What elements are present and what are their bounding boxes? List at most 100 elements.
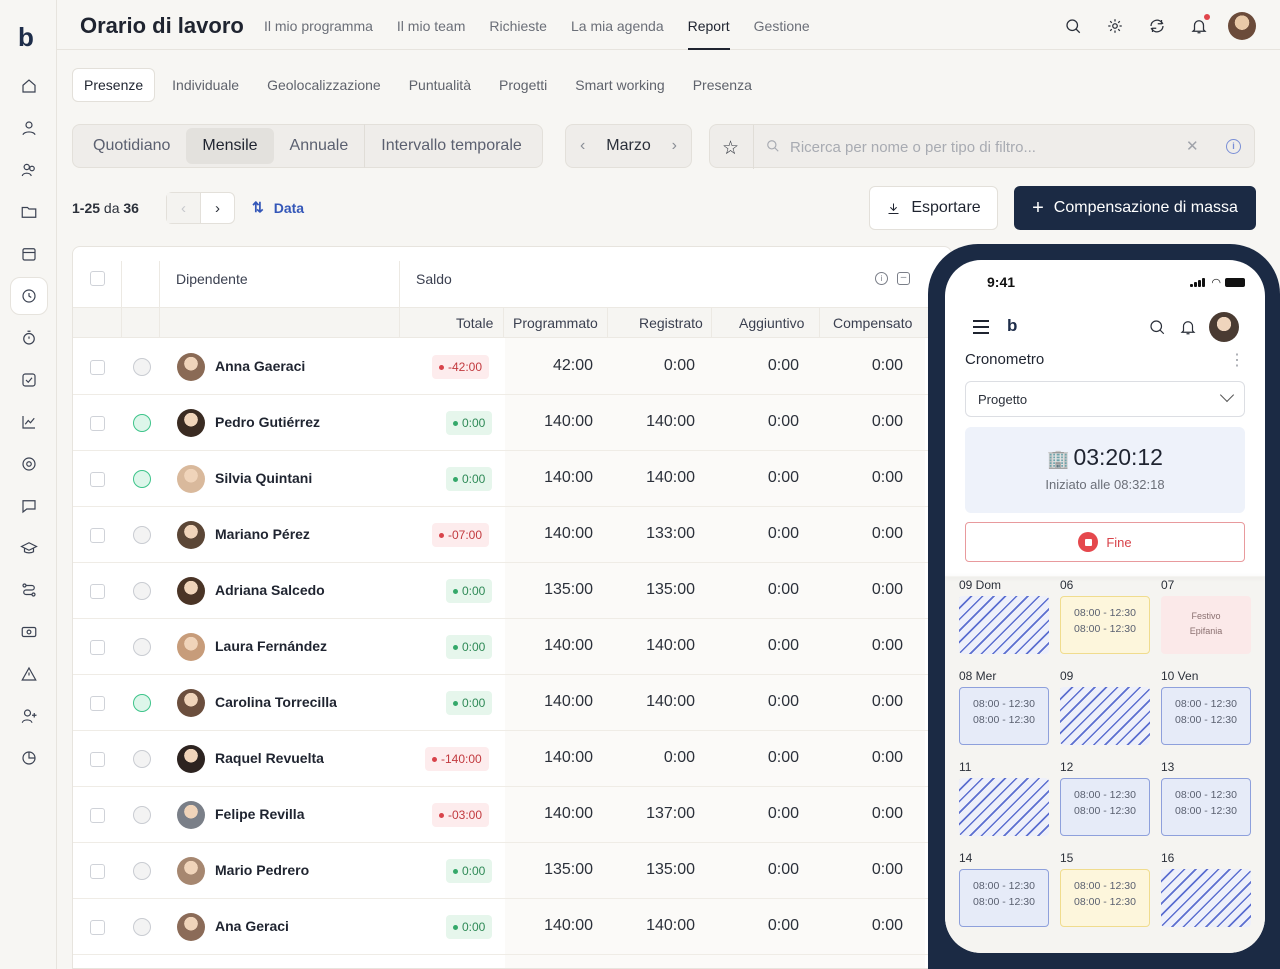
calendar-day[interactable]: 09 <box>1060 669 1150 745</box>
user-avatar[interactable] <box>1228 12 1256 40</box>
home-icon[interactable] <box>17 74 41 98</box>
export-button[interactable]: Esportare <box>869 186 998 230</box>
employee-name[interactable]: Felipe Revilla <box>215 806 304 822</box>
period-daily[interactable]: Quotidiano <box>77 128 186 164</box>
calendar-icon[interactable] <box>17 242 41 266</box>
nav-my-team[interactable]: Il mio team <box>397 18 465 50</box>
row-checkbox[interactable] <box>90 920 105 935</box>
table-row[interactable]: Carolina Torrecilla 0:00 140:00 140:00 0:00 0… <box>73 675 951 731</box>
chart-icon[interactable] <box>17 410 41 434</box>
app-logo[interactable]: b <box>18 22 34 53</box>
user-icon[interactable] <box>17 116 41 140</box>
nav-my-agenda[interactable]: La mia agenda <box>571 18 664 50</box>
bell-icon[interactable] <box>1186 13 1212 39</box>
table-row[interactable]: Pedro Gutiérrez 0:00 140:00 140:00 0:00 0:00 <box>73 395 951 451</box>
nav-requests[interactable]: Richieste <box>489 18 547 50</box>
table-row[interactable]: Mariano Pérez -07:00 140:00 133:00 0:00 0:00 <box>73 507 951 563</box>
prev-page-button[interactable]: ‹ <box>167 193 201 223</box>
row-checkbox[interactable] <box>90 472 105 487</box>
nav-my-schedule[interactable]: Il mio programma <box>264 18 373 50</box>
phone-avatar[interactable] <box>1209 312 1239 342</box>
table-row[interactable]: Anna Gaeraci -42:00 42:00 0:00 0:00 0:00 <box>73 339 951 395</box>
calendar-day[interactable]: 16 <box>1161 851 1251 927</box>
employee-name[interactable]: Pedro Gutiérrez <box>215 414 320 430</box>
warning-icon[interactable] <box>17 662 41 686</box>
calendar-day[interactable]: 15 08:00 - 12:30 08:00 - 12:30 <box>1060 851 1150 927</box>
table-row[interactable]: Ana Geraci 0:00 140:00 140:00 0:00 0:00 <box>73 899 951 955</box>
menu-icon[interactable] <box>973 320 989 338</box>
employee-name[interactable]: Raquel Revuelta <box>215 750 324 766</box>
nav-report[interactable]: Report <box>687 18 730 50</box>
row-checkbox[interactable] <box>90 696 105 711</box>
calendar-day[interactable]: 12 08:00 - 12:30 08:00 - 12:30 <box>1060 760 1150 836</box>
row-checkbox[interactable] <box>90 808 105 823</box>
folder-icon[interactable] <box>17 200 41 224</box>
calendar-day[interactable]: 10 Ven 08:00 - 12:30 08:00 - 12:30 <box>1161 669 1251 745</box>
calendar-day[interactable]: 07 Festivo Epifania <box>1161 578 1251 654</box>
employee-name[interactable]: Anna Gaeraci <box>215 358 305 374</box>
sync-icon[interactable] <box>1144 13 1170 39</box>
table-row[interactable]: Laura Fernández 0:00 140:00 140:00 0:00 0:00 <box>73 619 951 675</box>
info-icon[interactable]: i <box>875 272 888 285</box>
chat-icon[interactable] <box>17 494 41 518</box>
row-checkbox[interactable] <box>90 360 105 375</box>
calendar-day[interactable]: 08 Mer 08:00 - 12:30 08:00 - 12:30 <box>959 669 1049 745</box>
gear-icon[interactable] <box>1102 13 1128 39</box>
calendar-day[interactable]: 13 08:00 - 12:30 08:00 - 12:30 <box>1161 760 1251 836</box>
period-yearly[interactable]: Annuale <box>274 128 365 164</box>
table-row[interactable]: Felipe Revilla -03:00 140:00 137:00 0:00 0:00 <box>73 787 951 843</box>
graduation-icon[interactable] <box>17 536 41 560</box>
tab-geolocalizzazione[interactable]: Geolocalizzazione <box>256 69 392 101</box>
project-select[interactable]: Progetto <box>965 381 1245 417</box>
row-checkbox[interactable] <box>90 752 105 767</box>
header-employee[interactable]: Dipendente <box>176 271 248 287</box>
period-monthly[interactable]: Mensile <box>186 128 274 164</box>
select-all-checkbox[interactable] <box>90 271 105 286</box>
money-icon[interactable] <box>17 620 41 644</box>
add-user-icon[interactable] <box>17 704 41 728</box>
tab-progetti[interactable]: Progetti <box>488 69 558 101</box>
pie-icon[interactable] <box>17 746 41 770</box>
check-square-icon[interactable] <box>17 368 41 392</box>
row-checkbox[interactable] <box>90 640 105 655</box>
team-icon[interactable] <box>17 158 41 182</box>
target-icon[interactable] <box>17 452 41 476</box>
employee-name[interactable]: Silvia Quintani <box>215 470 312 486</box>
employee-name[interactable]: Laura Fernández <box>215 638 327 654</box>
route-icon[interactable] <box>17 578 41 602</box>
stop-button[interactable]: Fine <box>965 522 1245 562</box>
calendar-day[interactable]: 09 Dom <box>959 578 1049 654</box>
tab-presenza[interactable]: Presenza <box>682 69 763 101</box>
sort-button[interactable]: ⇅ Data <box>252 199 304 216</box>
calendar-day[interactable]: 06 08:00 - 12:30 08:00 - 12:30 <box>1060 578 1150 654</box>
header-balance[interactable]: Saldo <box>416 271 452 287</box>
row-checkbox[interactable] <box>90 416 105 431</box>
row-checkbox[interactable] <box>90 584 105 599</box>
mass-compensation-button[interactable]: + Compensazione di massa <box>1014 186 1256 230</box>
star-icon[interactable]: ☆ <box>722 137 739 160</box>
kebab-icon[interactable]: ⋮ <box>1229 350 1245 370</box>
period-range[interactable]: Intervallo temporale <box>365 128 538 164</box>
tab-smart-working[interactable]: Smart working <box>564 69 675 101</box>
table-row[interactable]: Silvia Quintani 0:00 140:00 140:00 0:00 0:00 <box>73 451 951 507</box>
employee-name[interactable]: Carolina Torrecilla <box>215 694 337 710</box>
calendar-day[interactable]: 11 <box>959 760 1049 836</box>
tab-puntualita[interactable]: Puntualità <box>398 69 482 101</box>
row-checkbox[interactable] <box>90 528 105 543</box>
tab-presenze[interactable]: Presenze <box>72 68 156 102</box>
search-icon[interactable] <box>1148 318 1166 336</box>
employee-name[interactable]: Mario Pedrero <box>215 862 309 878</box>
close-icon[interactable]: ✕ <box>1186 137 1199 155</box>
stopwatch-icon[interactable] <box>17 326 41 350</box>
bell-icon[interactable] <box>1179 318 1197 336</box>
employee-name[interactable]: Adriana Salcedo <box>215 582 325 598</box>
chevron-right-icon[interactable]: › <box>672 137 677 155</box>
calendar-day[interactable]: 14 08:00 - 12:30 08:00 - 12:30 <box>959 851 1049 927</box>
search-icon[interactable] <box>1060 13 1086 39</box>
row-checkbox[interactable] <box>90 864 105 879</box>
clock-icon[interactable] <box>10 277 48 315</box>
nav-management[interactable]: Gestione <box>754 18 810 50</box>
table-row[interactable]: Mario Pedrero 0:00 135:00 135:00 0:00 0:00 <box>73 843 951 899</box>
search-input[interactable] <box>790 135 1170 159</box>
collapse-icon[interactable]: – <box>897 272 910 285</box>
